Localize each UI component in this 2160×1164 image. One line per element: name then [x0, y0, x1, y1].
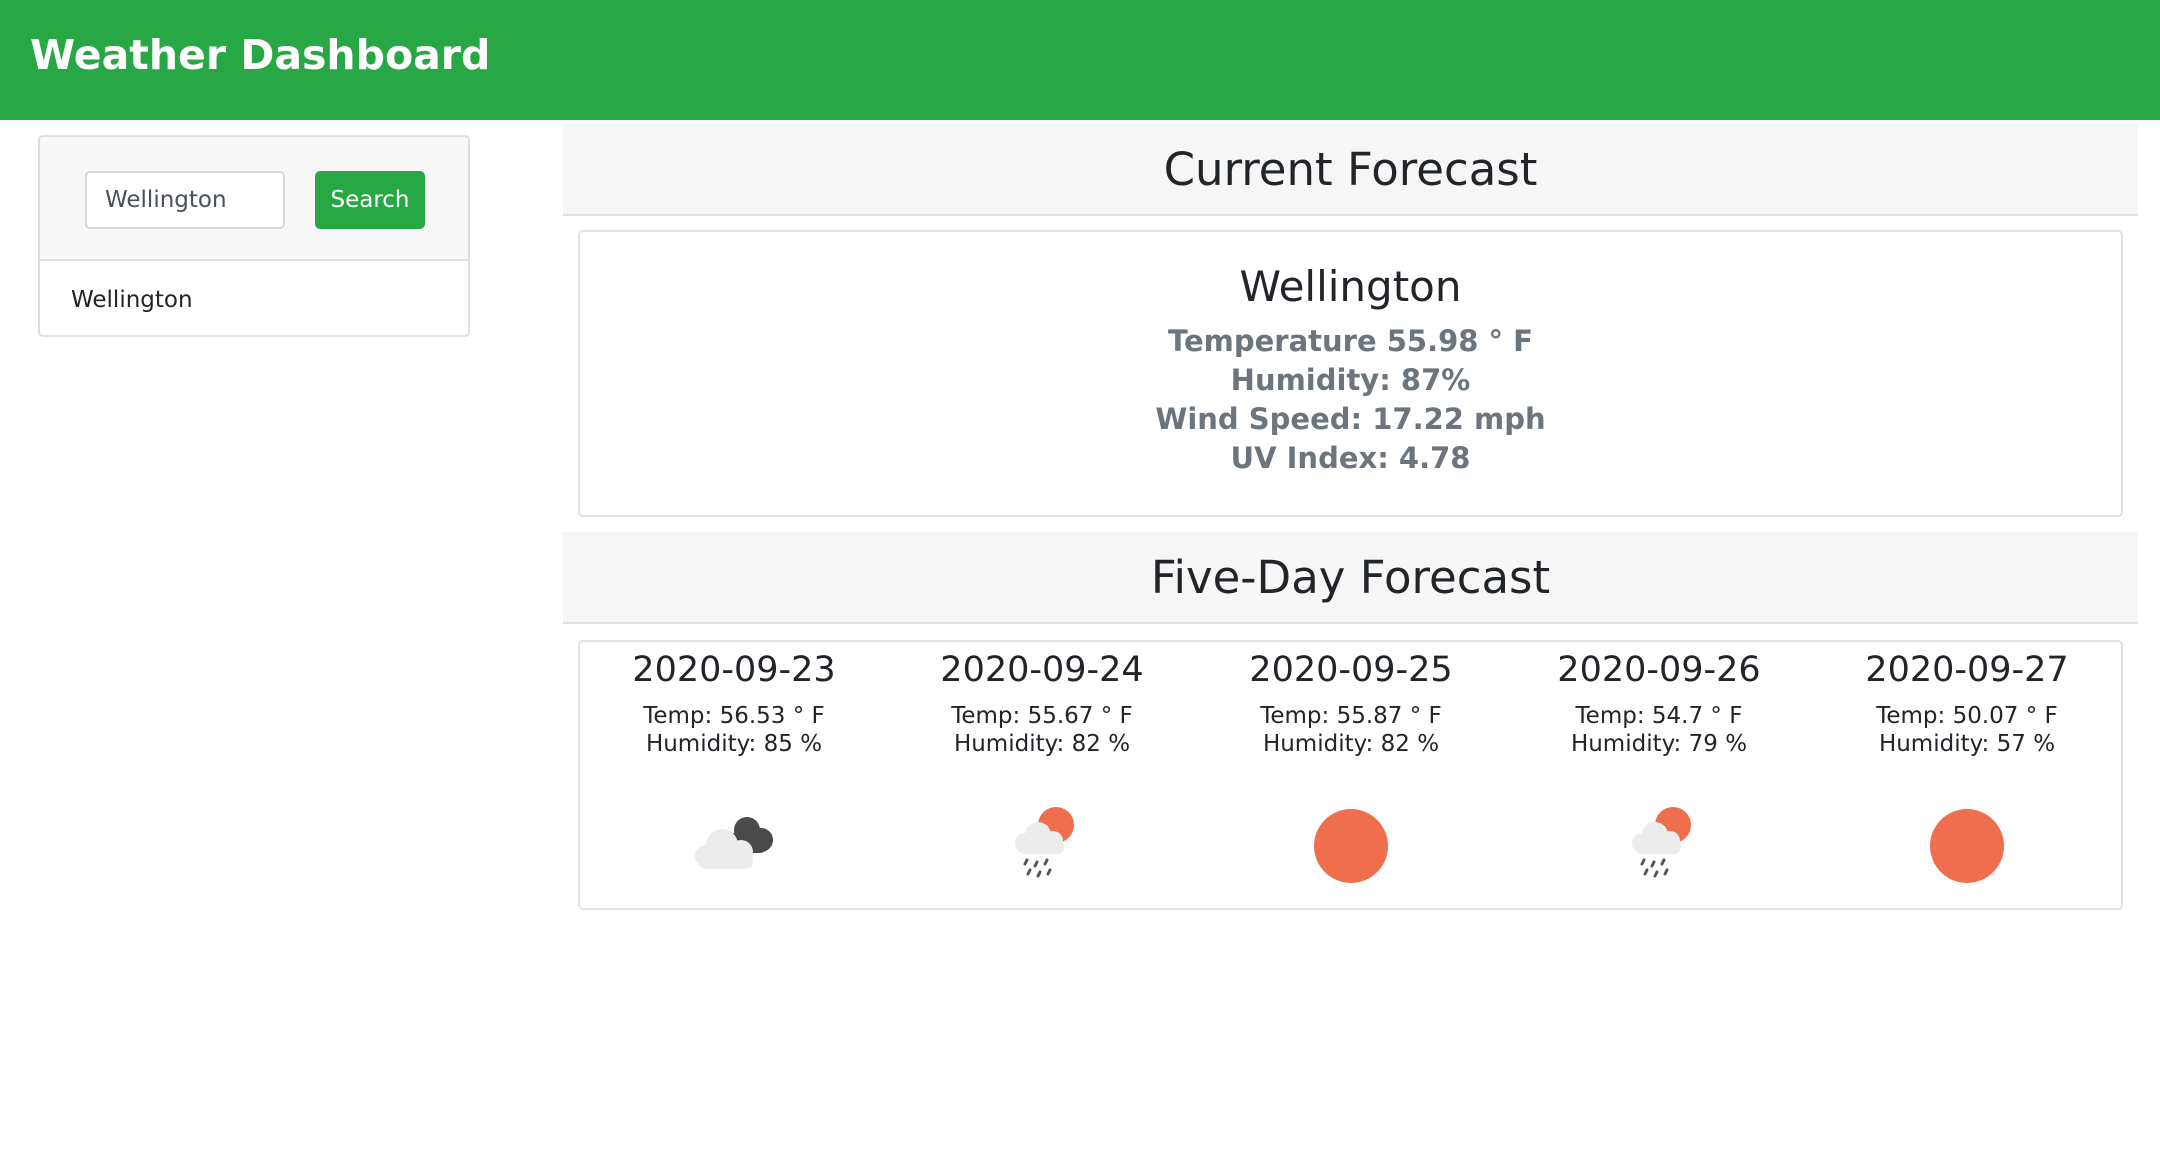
forecast-day: 2020-09-27 Temp: 50.07 ° F Humidity: 57 …	[1813, 642, 2121, 910]
forecast-date: 2020-09-26	[1557, 650, 1761, 690]
sun-icon	[1930, 809, 2004, 883]
forecast-day: 2020-09-26 Temp: 54.7 ° F Humidity: 79 %	[1505, 642, 1813, 910]
rain-sun-icon	[1632, 807, 1691, 878]
forecast-humidity: Humidity: 79 %	[1570, 731, 1748, 757]
current-temperature: Temperature 55.98 ° F	[1168, 324, 1533, 358]
forecast-temp: Temp: 50.07 ° F	[1876, 703, 2058, 729]
forecast-day: 2020-09-25 Temp: 55.87 ° F Humidity: 82 …	[1197, 642, 1505, 910]
forecast-humidity: Humidity: 82 %	[953, 731, 1131, 757]
forecast-temp: Temp: 56.53 ° F	[643, 703, 825, 729]
app-title: Weather Dashboard	[30, 31, 491, 79]
forecast-humidity: Humidity: 82 %	[1262, 731, 1440, 757]
forecast-humidity: Humidity: 57 %	[1878, 731, 2056, 757]
search-history-item[interactable]: Wellington	[40, 263, 468, 335]
current-humidity: Humidity: 87%	[1230, 363, 1471, 397]
forecast-humidity: Humidity: 85 %	[645, 731, 823, 757]
dark-cloud-icon	[695, 817, 773, 869]
forecast-temp: Temp: 55.87 ° F	[1260, 703, 1442, 729]
search-form: Search	[40, 137, 468, 261]
rain-sun-icon	[1015, 807, 1074, 878]
city-name: Wellington	[1239, 262, 1462, 311]
forecast-date: 2020-09-27	[1865, 650, 2069, 690]
navbar: Weather Dashboard	[0, 0, 2160, 120]
search-button[interactable]: Search	[315, 171, 425, 229]
forecast-date: 2020-09-23	[632, 650, 836, 690]
current-forecast-heading: Current Forecast	[563, 124, 2138, 216]
sun-icon	[1314, 809, 1388, 883]
forecast-temp: Temp: 55.67 ° F	[951, 703, 1133, 729]
forecast-temp: Temp: 54.7 ° F	[1575, 703, 1743, 729]
five-day-forecast-heading: Five-Day Forecast	[563, 532, 2138, 624]
current-uv-index: UV Index: 4.78	[1230, 441, 1471, 475]
forecast-day: 2020-09-24 Temp: 55.67 ° F Humidity: 82 …	[888, 642, 1196, 910]
forecast-day: 2020-09-23 Temp: 56.53 ° F Humidity: 85 …	[580, 642, 888, 910]
five-day-forecast-card: 2020-09-23 Temp: 56.53 ° F Humidity: 85 …	[578, 640, 2123, 910]
forecast-date: 2020-09-25	[1249, 650, 1453, 690]
forecast-date: 2020-09-24	[940, 650, 1144, 690]
city-search-input[interactable]	[85, 171, 285, 229]
search-panel: Search Wellington	[38, 135, 470, 337]
current-forecast-card: Wellington Temperature 55.98 ° F Humidit…	[578, 230, 2123, 517]
current-wind-speed: Wind Speed: 17.22 mph	[1155, 402, 1546, 436]
